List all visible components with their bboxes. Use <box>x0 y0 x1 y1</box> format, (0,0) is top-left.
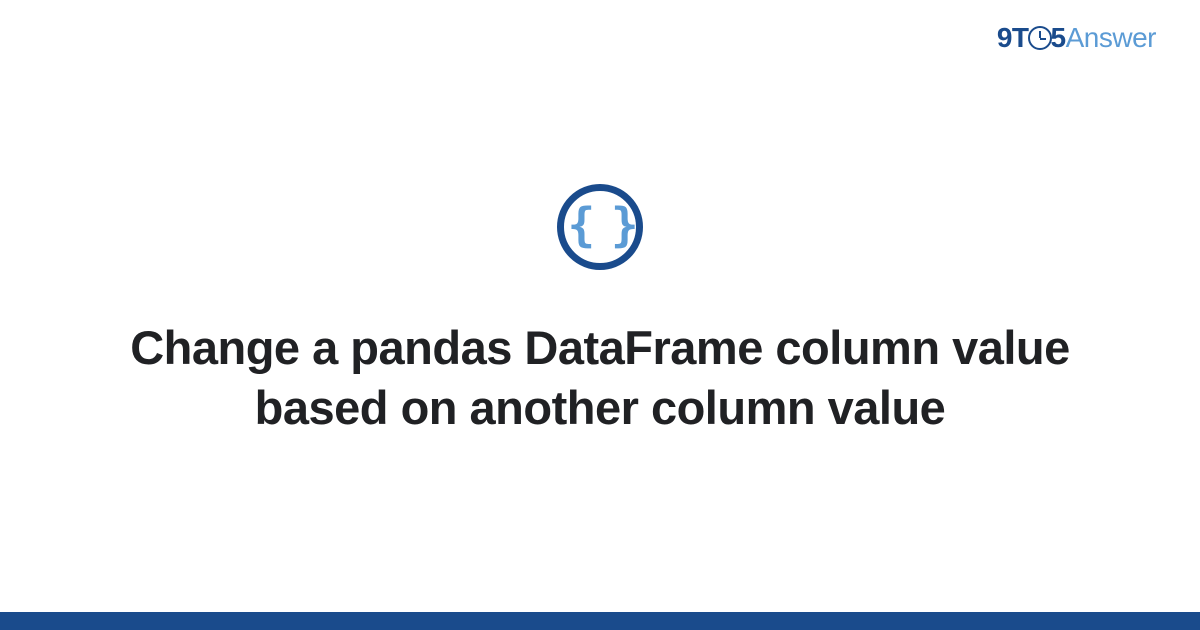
main-content: { } Change a pandas DataFrame column val… <box>0 0 1200 612</box>
page-title: Change a pandas DataFrame column value b… <box>90 318 1110 438</box>
code-braces-icon: { } <box>557 184 643 270</box>
footer-accent-bar <box>0 612 1200 630</box>
brace-glyph: { } <box>567 202 632 248</box>
